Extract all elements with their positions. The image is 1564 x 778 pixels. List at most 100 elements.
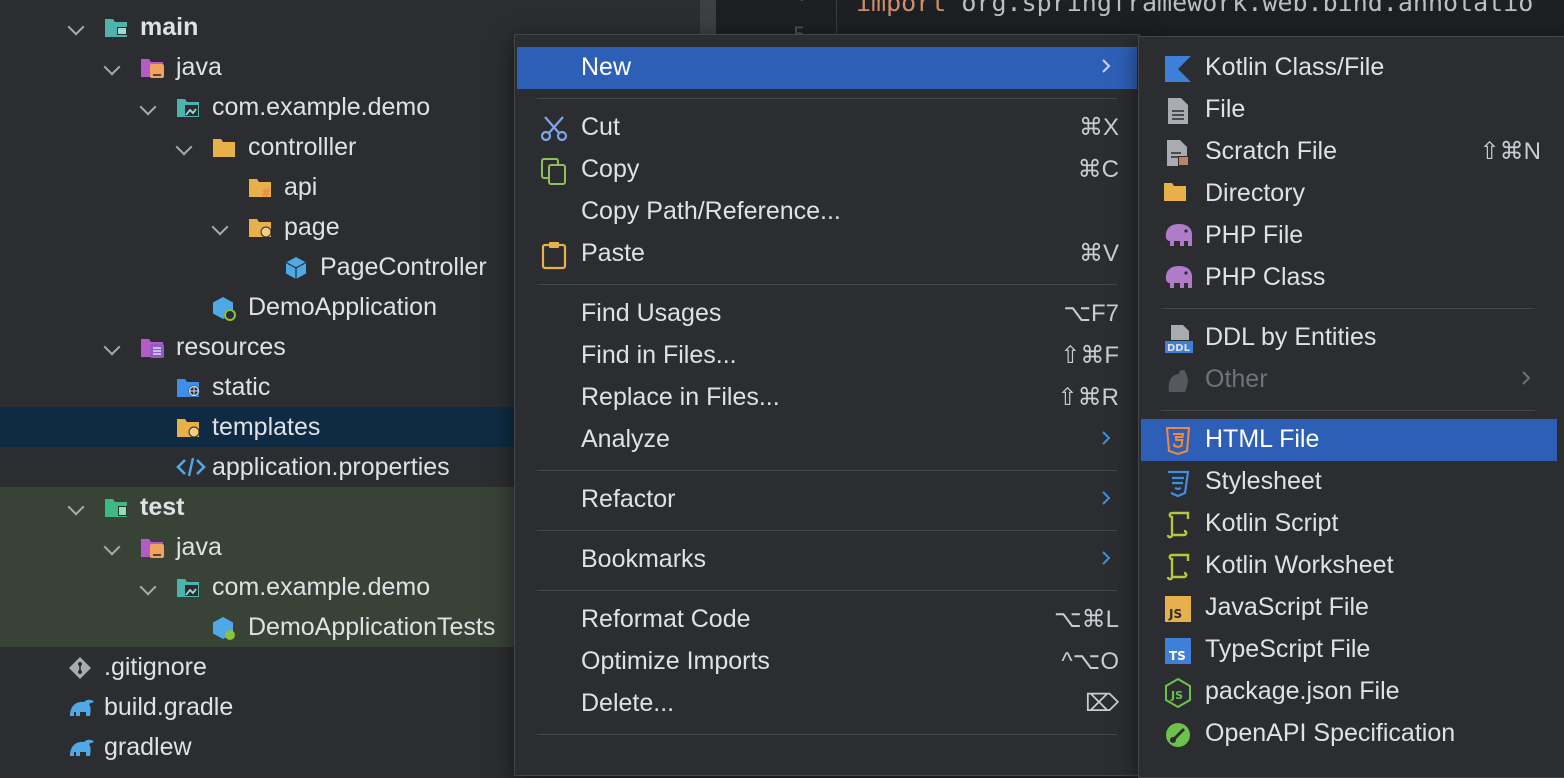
folder-icon [1163, 180, 1193, 210]
chevron-down-icon[interactable] [139, 98, 157, 116]
kotlin-script-icon [1163, 510, 1193, 540]
menu-item-refactor[interactable]: Refactor [517, 479, 1137, 521]
nodejs-icon: JS [1163, 677, 1193, 709]
chevron-right-icon [1097, 55, 1115, 77]
menu-item-label: DDL by Entities [1205, 323, 1377, 351]
new-item-ddl-by-entities[interactable]: DDL DDL by Entities [1141, 317, 1557, 359]
code-line[interactable]: import org.springframework.web.bind.anno… [856, 0, 1533, 17]
new-item-kotlin-worksheet[interactable]: Kotlin Worksheet [1141, 545, 1557, 587]
shortcut-label: ⌦ [1085, 690, 1119, 717]
menu-item-label: Delete... [581, 689, 675, 717]
menu-item-paste[interactable]: Paste ⌘V [517, 233, 1137, 275]
new-item-typescript-file[interactable]: TS TypeScript File [1141, 629, 1557, 671]
menu-item-label: OpenAPI Specification [1205, 719, 1456, 747]
new-item-directory[interactable]: Directory [1141, 173, 1557, 215]
menu-item-label: Stylesheet [1205, 467, 1322, 495]
css-icon [1163, 468, 1193, 498]
menu-item-label: HTML File [1205, 425, 1320, 453]
tree-item-label: application.properties [212, 453, 450, 481]
menu-item-find-in-files[interactable]: Find in Files... ⇧⌘F [517, 335, 1137, 377]
menu-item-label: Find in Files... [581, 341, 737, 369]
menu-item-replace-in-files[interactable]: Replace in Files... ⇧⌘R [517, 377, 1137, 419]
chevron-down-icon[interactable] [67, 498, 85, 516]
menu-item-delete[interactable]: Delete... ⌦ [517, 683, 1137, 725]
menu-item-label: Scratch File [1205, 137, 1337, 165]
git-icon [68, 656, 92, 679]
menu-separator [1161, 308, 1535, 309]
new-item-kotlin-class-file[interactable]: Kotlin Class/File [1141, 47, 1557, 89]
svg-text:DDL: DDL [1167, 343, 1191, 354]
scissors-icon [539, 114, 569, 144]
shortcut-label: ⇧⌘R [1057, 384, 1119, 411]
tree-item-label: DemoApplication [248, 293, 437, 321]
line-number: 4 [793, 0, 806, 7]
resources-folder-icon [140, 336, 164, 358]
menu-item-label: Optimize Imports [581, 647, 770, 675]
menu-item-label: package.json File [1205, 677, 1400, 705]
chevron-down-icon[interactable] [67, 18, 85, 36]
tree-item-label: page [284, 213, 340, 241]
chevron-down-icon[interactable] [103, 338, 121, 356]
chevron-down-icon[interactable] [211, 218, 229, 236]
menu-item-label: Copy [581, 155, 640, 183]
menu-item-bookmarks[interactable]: Bookmarks [517, 539, 1137, 581]
menu-item-new[interactable]: New [517, 47, 1137, 89]
package-icon [176, 96, 200, 118]
module-folder-icon [104, 16, 128, 38]
tree-item-label: .gitignore [104, 653, 207, 681]
tree-item-label: controlller [248, 133, 357, 161]
new-item-javascript-file[interactable]: JS JavaScript File [1141, 587, 1557, 629]
tree-item-label: PageController [320, 253, 487, 281]
chevron-down-icon[interactable] [175, 138, 193, 156]
test-module-folder-icon [104, 496, 128, 518]
menu-item-label: File [1205, 95, 1246, 123]
chevron-down-icon[interactable] [103, 58, 121, 76]
menu-item-reformat-code[interactable]: Reformat Code ⌥⌘L [517, 599, 1137, 641]
menu-item-label: Analyze [581, 425, 670, 453]
new-item-html-file[interactable]: HTML File [1141, 419, 1557, 461]
php-elephant-icon [1163, 264, 1193, 294]
gradle-icon [68, 736, 94, 758]
code-text: org.springframework.web.bind.annotatio [961, 0, 1534, 17]
new-submenu[interactable]: Kotlin Class/File File Scratch File ⇧⌘N Dire… [1138, 36, 1564, 778]
html5-icon [1163, 426, 1193, 456]
menu-item-cut[interactable]: Cut ⌘X [517, 107, 1137, 149]
folder-icon [212, 136, 236, 158]
menu-item-copy-path-reference[interactable]: Copy Path/Reference... [517, 191, 1137, 233]
new-item-php-file[interactable]: PHP File [1141, 215, 1557, 257]
tree-item-label: main [140, 13, 199, 41]
new-item-php-class[interactable]: PHP Class [1141, 257, 1557, 299]
api-folder-icon: # [248, 176, 272, 200]
chevron-down-icon[interactable] [103, 538, 121, 556]
new-item-scratch-file[interactable]: Scratch File ⇧⌘N [1141, 131, 1557, 173]
svg-text:JS: JS [1170, 689, 1183, 702]
kotlin-icon [1163, 54, 1193, 84]
scratch-file-icon [1163, 138, 1193, 168]
shortcut-label: ⇧⌘F [1060, 342, 1119, 369]
menu-item-analyze[interactable]: Analyze [517, 419, 1137, 461]
new-item-file[interactable]: File [1141, 89, 1557, 131]
chevron-right-icon [1517, 367, 1535, 389]
menu-separator [1161, 410, 1535, 411]
menu-item-label: Reformat Code [581, 605, 751, 633]
new-item-other: Other [1141, 359, 1557, 401]
context-menu[interactable]: New Cut ⌘X Copy ⌘C Copy Path/Reference... Past… [514, 34, 1140, 776]
new-item-stylesheet[interactable]: Stylesheet [1141, 461, 1557, 503]
new-item-openapi-specification[interactable]: OpenAPI Specification [1141, 713, 1557, 755]
menu-separator [537, 530, 1117, 531]
new-item-package-json-file[interactable]: JS package.json File [1141, 671, 1557, 713]
other-icon [1163, 366, 1193, 396]
shortcut-label: ^⌥O [1061, 648, 1119, 675]
new-item-kotlin-script[interactable]: Kotlin Script [1141, 503, 1557, 545]
menu-item-find-usages[interactable]: Find Usages ⌥F7 [517, 293, 1137, 335]
shortcut-label: ⌥F7 [1063, 300, 1119, 327]
menu-separator [537, 590, 1117, 591]
menu-item-optimize-imports[interactable]: Optimize Imports ^⌥O [517, 641, 1137, 683]
php-elephant-icon [1163, 222, 1193, 252]
tree-item-label: resources [176, 333, 286, 361]
menu-item-copy[interactable]: Copy ⌘C [517, 149, 1137, 191]
menu-item-label: Kotlin Script [1205, 509, 1339, 537]
chevron-down-icon[interactable] [139, 578, 157, 596]
java-test-folder-icon [140, 536, 164, 558]
copy-icon [539, 156, 569, 186]
